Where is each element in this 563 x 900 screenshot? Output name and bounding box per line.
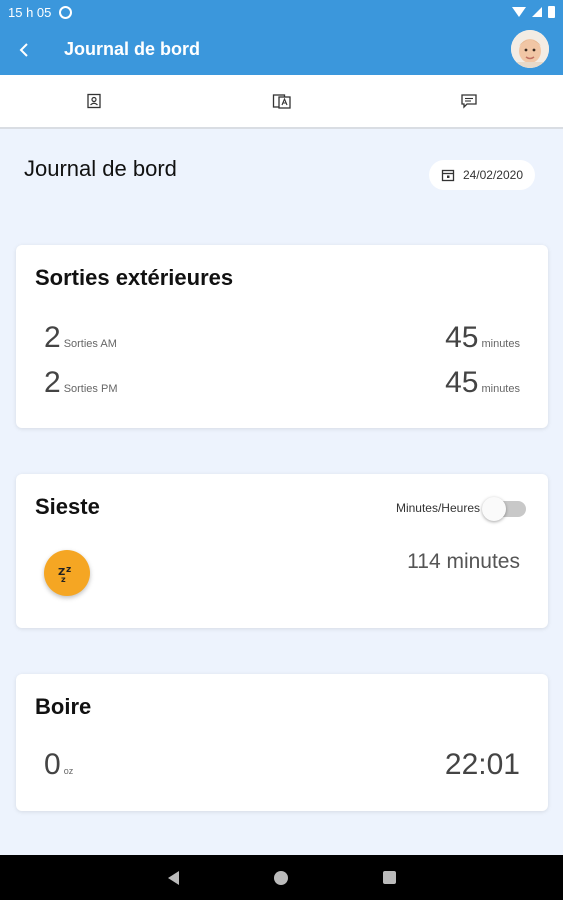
- outings-am-count-value: 2: [44, 321, 61, 354]
- drink-amount: 0 oz: [44, 748, 73, 782]
- toggle-thumb: [482, 497, 506, 521]
- drink-time-value: 22:01: [444, 748, 520, 781]
- chevron-left-icon: [19, 42, 28, 57]
- battery-icon: [548, 6, 555, 18]
- outings-pm-duration-value: 45: [445, 366, 479, 399]
- outings-am-count-label: Sorties AM: [63, 338, 117, 350]
- outings-am-duration-value: 45: [445, 321, 479, 354]
- outings-pm-count-value: 2: [44, 366, 61, 399]
- notification-circle-icon: [59, 5, 73, 19]
- wifi-icon: [512, 7, 526, 17]
- drink-title: Boire: [35, 694, 92, 719]
- sleep-zzz-icon: Z z z: [44, 550, 90, 596]
- tab-bar: [0, 75, 563, 129]
- drink-amount-unit: oz: [63, 766, 74, 776]
- drink-time: 22:01: [445, 748, 520, 782]
- date-picker-button[interactable]: 24/02/2020: [428, 160, 535, 190]
- unit-toggle-group: Minutes/Heures: [396, 494, 528, 522]
- journal-book-icon: [272, 94, 291, 109]
- drink-card: Boire 0 oz 22:01: [16, 674, 548, 811]
- nap-duration-value: 114 minutes: [407, 550, 520, 573]
- back-triangle-icon[interactable]: [167, 870, 179, 885]
- outings-pm-duration-unit: minutes: [481, 383, 520, 395]
- svg-text:z: z: [66, 565, 71, 575]
- chat-message-icon: [461, 94, 477, 109]
- outings-am-duration: 45 minutes: [445, 321, 520, 355]
- outings-am-count: 2 Sorties AM: [44, 321, 117, 355]
- nap-title: Sieste: [35, 494, 100, 519]
- nap-card: Sieste Minutes/Heures Z z z 114 minutes: [16, 474, 548, 628]
- status-bar: 15 h 05: [0, 0, 563, 24]
- avatar[interactable]: [511, 30, 549, 68]
- tab-messages[interactable]: [375, 75, 563, 127]
- drink-amount-value: 0: [44, 748, 61, 781]
- profile-card-icon: [87, 93, 101, 109]
- date-value: 24/02/2020: [462, 168, 523, 182]
- outings-am-duration-unit: minutes: [481, 338, 520, 350]
- recents-square-icon[interactable]: [382, 871, 396, 884]
- unit-toggle-switch[interactable]: [482, 494, 528, 522]
- tab-journal[interactable]: [188, 75, 376, 127]
- calendar-icon: [441, 169, 455, 182]
- app-bar: Journal de bord: [0, 24, 563, 75]
- home-circle-icon[interactable]: [273, 870, 288, 885]
- child-avatar-image: [511, 30, 549, 68]
- system-nav-bar: [0, 855, 563, 900]
- outings-pm-duration: 45 minutes: [445, 366, 520, 400]
- outings-pm-count: 2 Sorties PM: [44, 366, 117, 400]
- signal-icon: [532, 7, 542, 17]
- page-title: Journal de bord: [24, 156, 177, 181]
- outings-title: Sorties extérieures: [35, 265, 234, 290]
- outings-pm-count-label: Sorties PM: [63, 383, 118, 395]
- status-time: 15 h 05: [8, 4, 52, 20]
- app-bar-title: Journal de bord: [64, 39, 201, 59]
- outings-card: Sorties extérieures 2 Sorties AM 45 minu…: [16, 245, 548, 428]
- unit-toggle-label: Minutes/Heures: [395, 501, 480, 515]
- svg-text:z: z: [61, 575, 66, 584]
- back-button[interactable]: [0, 24, 48, 75]
- tab-profile[interactable]: [0, 75, 188, 127]
